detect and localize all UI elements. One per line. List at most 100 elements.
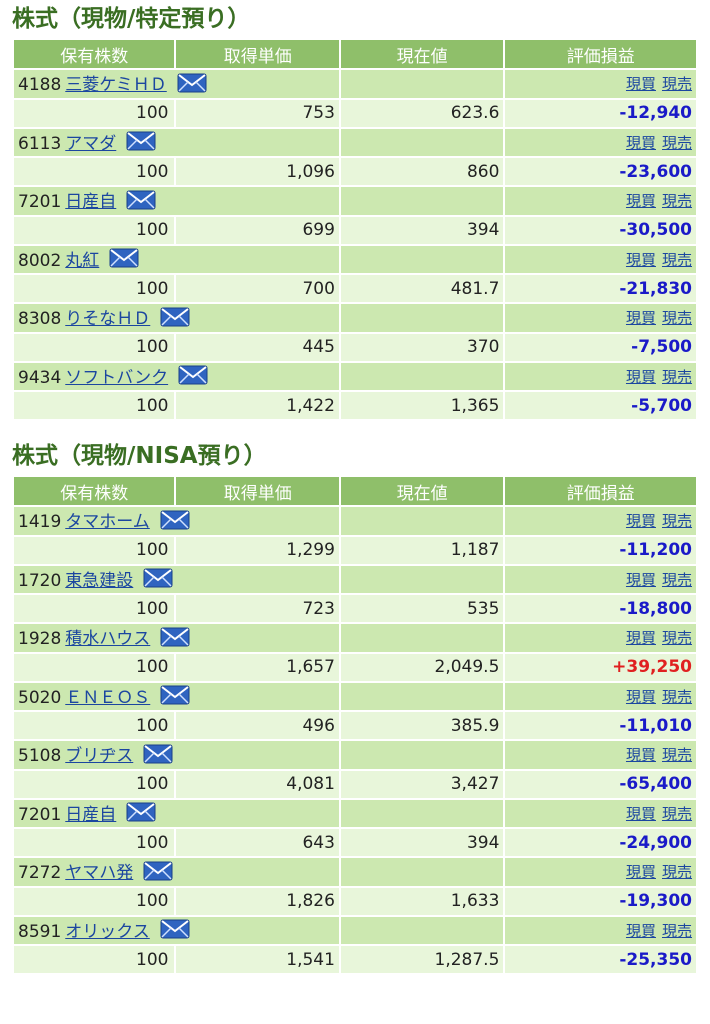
buy-link[interactable]: 現買: [626, 368, 656, 386]
stock-name-link[interactable]: ヤマハ発: [65, 863, 133, 883]
stock-name-row: 1720 東急建設 現買 現売: [14, 565, 696, 593]
buy-link[interactable]: 現買: [626, 571, 656, 589]
stock-name-link[interactable]: 丸紅: [65, 251, 99, 271]
column-header: 取得単価: [176, 40, 339, 68]
sell-link[interactable]: 現売: [662, 251, 692, 269]
stock-name-link[interactable]: ブリヂス: [65, 746, 133, 766]
sell-link[interactable]: 現売: [662, 805, 692, 823]
column-header: 評価損益: [505, 40, 696, 68]
stock-values-row: 100 753 623.6 -12,940: [14, 99, 696, 127]
sell-link[interactable]: 現売: [662, 571, 692, 589]
mail-icon[interactable]: [143, 744, 173, 769]
price-cell: 623.6: [340, 99, 504, 127]
sell-link[interactable]: 現売: [662, 629, 692, 647]
stock-values-row: 100 4,081 3,427 -65,400: [14, 770, 696, 798]
stock-values-row: 100 643 394 -24,900: [14, 829, 696, 856]
quantity-cell: 100: [14, 333, 175, 361]
stock-cell: 6113 アマダ: [14, 128, 339, 156]
buy-link[interactable]: 現買: [626, 922, 656, 940]
stock-name-link[interactable]: 三菱ケミＨＤ: [65, 75, 167, 95]
mail-icon[interactable]: [160, 685, 190, 710]
sell-link[interactable]: 現売: [662, 134, 692, 152]
price-cell: 1,633: [340, 887, 504, 915]
trade-actions: 現買 現売: [505, 858, 696, 886]
price-cell: 3,427: [340, 770, 504, 798]
profit-loss-cell: -11,010: [505, 712, 696, 739]
buy-link[interactable]: 現買: [626, 134, 656, 152]
stock-cell: 5108 ブリヂス: [14, 741, 339, 769]
trade-actions: 現買 現売: [505, 362, 696, 390]
mail-icon[interactable]: [126, 802, 156, 827]
mail-icon[interactable]: [109, 248, 139, 273]
stock-name-link[interactable]: タマホーム: [65, 512, 150, 532]
buy-link[interactable]: 現買: [626, 688, 656, 706]
buy-link[interactable]: 現買: [626, 746, 656, 764]
mail-icon[interactable]: [160, 627, 190, 652]
mail-icon[interactable]: [126, 131, 156, 156]
empty-cell: [340, 916, 504, 944]
column-header: 評価損益: [505, 477, 696, 505]
buy-link[interactable]: 現買: [626, 75, 656, 93]
trade-actions: 現買 現売: [505, 916, 696, 944]
mail-icon[interactable]: [178, 365, 208, 390]
cost-cell: 723: [176, 595, 339, 622]
mail-icon[interactable]: [143, 568, 173, 593]
stock-name-link[interactable]: 積水ハウス: [65, 629, 150, 649]
sell-link[interactable]: 現売: [662, 688, 692, 706]
price-cell: 394: [340, 216, 504, 244]
stock-name-row: 5108 ブリヂス 現買 現売: [14, 741, 696, 769]
stock-code: 8308: [18, 309, 62, 329]
stock-code: 8591: [18, 921, 62, 942]
stock-name-link[interactable]: 東急建設: [65, 571, 133, 591]
stock-values-row: 100 699 394 -30,500: [14, 216, 696, 244]
stock-name-row: 5020 ＥＮＥＯＳ 現買 現売: [14, 682, 696, 710]
stock-values-row: 100 1,541 1,287.5 -25,350: [14, 946, 696, 973]
buy-link[interactable]: 現買: [626, 629, 656, 647]
buy-link[interactable]: 現買: [626, 251, 656, 269]
buy-link[interactable]: 現買: [626, 863, 656, 881]
sell-link[interactable]: 現売: [662, 309, 692, 327]
trade-actions: 現買 現売: [505, 187, 696, 215]
stock-name-link[interactable]: ＥＮＥＯＳ: [65, 688, 150, 708]
buy-link[interactable]: 現買: [626, 805, 656, 823]
stock-name-link[interactable]: オリックス: [65, 922, 150, 942]
column-header: 保有株数: [14, 40, 175, 68]
mail-icon[interactable]: [126, 190, 156, 215]
sell-link[interactable]: 現売: [662, 922, 692, 940]
price-cell: 2,049.5: [340, 653, 504, 681]
buy-link[interactable]: 現買: [626, 512, 656, 530]
stock-name-link[interactable]: アマダ: [65, 134, 116, 154]
sell-link[interactable]: 現売: [662, 192, 692, 210]
sell-link[interactable]: 現売: [662, 863, 692, 881]
stock-name-link[interactable]: 日産自: [65, 192, 116, 212]
trade-actions: 現買 現売: [505, 245, 696, 273]
stock-values-row: 100 496 385.9 -11,010: [14, 712, 696, 739]
stock-name-link[interactable]: りそなＨＤ: [65, 309, 150, 329]
profit-loss-cell: -30,500: [505, 216, 696, 244]
stock-name-link[interactable]: 日産自: [65, 805, 116, 825]
stock-values-row: 100 1,096 860 -23,600: [14, 158, 696, 185]
empty-cell: [340, 565, 504, 593]
stock-name-link[interactable]: ソフトバンク: [65, 368, 168, 388]
mail-icon[interactable]: [160, 307, 190, 332]
sell-link[interactable]: 現売: [662, 746, 692, 764]
sell-link[interactable]: 現売: [662, 512, 692, 530]
empty-cell: [340, 858, 504, 886]
buy-link[interactable]: 現買: [626, 192, 656, 210]
cost-cell: 1,096: [176, 158, 339, 185]
stock-cell: 8591 オリックス: [14, 916, 339, 944]
profit-loss-cell: -12,940: [505, 99, 696, 127]
mail-icon[interactable]: [143, 861, 173, 886]
sell-link[interactable]: 現売: [662, 75, 692, 93]
quantity-cell: 100: [14, 653, 175, 681]
profit-loss-cell: -23,600: [505, 158, 696, 185]
mail-icon[interactable]: [160, 919, 190, 944]
table-header-row: 保有株数 取得単価 現在値 評価損益: [14, 40, 696, 68]
buy-link[interactable]: 現買: [626, 309, 656, 327]
mail-icon[interactable]: [160, 510, 190, 535]
trade-actions: 現買 現売: [505, 70, 696, 98]
empty-cell: [340, 624, 504, 652]
sell-link[interactable]: 現売: [662, 368, 692, 386]
holdings-page: 株式（現物/特定預り） 保有株数 取得単価 現在値 評価損益 4188 三菱ケミＨＤ 現買 現売…: [0, 0, 710, 975]
mail-icon[interactable]: [177, 73, 207, 98]
